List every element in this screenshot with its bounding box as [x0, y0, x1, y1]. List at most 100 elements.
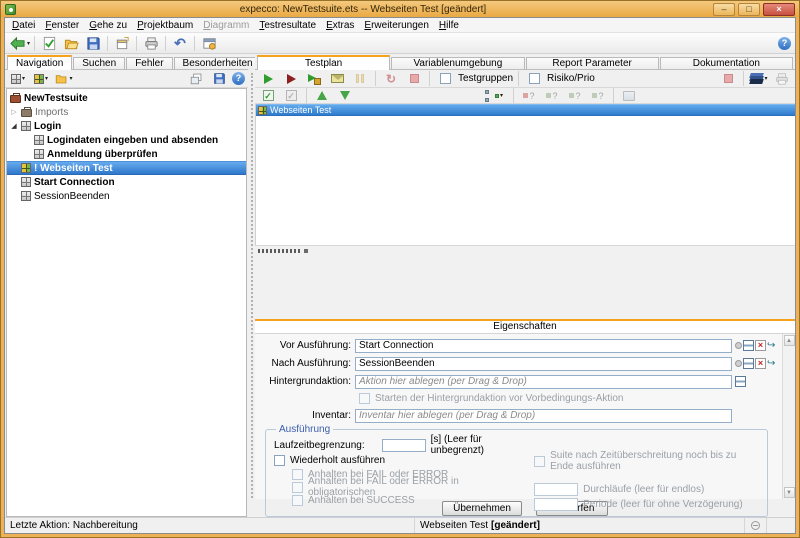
open-editor-icon[interactable]	[743, 358, 754, 369]
save-button[interactable]	[83, 34, 103, 53]
open-button[interactable]	[61, 34, 81, 53]
wiederholt-checkbox[interactable]	[274, 455, 285, 466]
node-graph-icon	[485, 90, 499, 102]
goto-icon[interactable]: ↪	[767, 359, 775, 369]
navigation-panel: Navigation Suchen Fehler Besonderheiten …	[5, 54, 248, 517]
settings-window-icon	[202, 36, 217, 51]
nach-ausfuehrung-field[interactable]: SessionBeenden	[355, 357, 732, 371]
run-failed-button[interactable]	[281, 71, 301, 87]
tab-variablenumgebung[interactable]: Variablenumgebung	[391, 57, 524, 70]
menu-gehe-zu[interactable]: Gehe zu	[84, 19, 132, 32]
run-button[interactable]	[258, 71, 278, 87]
accept-button[interactable]	[39, 34, 59, 53]
clear-icon[interactable]: ×	[755, 340, 766, 351]
tree-item-logindaten[interactable]: Logindaten eingeben und absenden	[7, 133, 246, 147]
ausfuehrung-left-column: Laufzeitbegrenzung: [s] (Leer für unbegr…	[274, 438, 528, 512]
menu-fenster[interactable]: Fenster	[40, 19, 84, 32]
tab-navigation[interactable]: Navigation	[7, 55, 72, 70]
action-grid-icon	[34, 149, 44, 159]
tree-item-webseiten-test[interactable]: ! Webseiten Test	[7, 161, 246, 175]
new-action-menu-button[interactable]: ▾	[31, 71, 51, 87]
chevron-down-icon: ▾	[764, 75, 767, 82]
diagram-pane[interactable]	[255, 245, 795, 319]
tree-collapsed-icon[interactable]: ▷	[10, 108, 18, 116]
testplan-grid-icon	[21, 163, 31, 173]
run-with-report-button[interactable]	[327, 71, 347, 87]
clear-icon[interactable]: ×	[755, 358, 766, 369]
open-editor-icon[interactable]	[735, 376, 746, 387]
undo-button[interactable]: ↶	[170, 34, 190, 53]
tab-suchen[interactable]: Suchen	[73, 57, 125, 70]
scroll-up-button[interactable]: ▲	[784, 335, 795, 346]
menu-projektbaum[interactable]: Projektbaum	[132, 19, 198, 32]
field-row-inventar: Inventar: Inventar hier ablegen (per Dra…	[259, 408, 778, 423]
tree-item-login[interactable]: ◢ Login	[7, 119, 246, 133]
content-area: Navigation Suchen Fehler Besonderheiten …	[5, 54, 795, 517]
menu-erweiterungen[interactable]: Erweiterungen	[359, 19, 433, 32]
tree-item-label: NewTestsuite	[24, 93, 88, 104]
tab-fehler[interactable]: Fehler	[126, 57, 172, 70]
tab-besonderheiten[interactable]: Besonderheiten	[174, 57, 262, 70]
menu-datei[interactable]: Datei	[7, 19, 40, 32]
tab-testplan[interactable]: Testplan	[257, 55, 390, 70]
tree-item-sessionbeenden[interactable]: SessionBeenden	[7, 189, 246, 203]
title-bar[interactable]: expecco: NewTestsuite.ets -- Webseiten T…	[1, 1, 799, 17]
new-item-menu-button[interactable]: ▾	[8, 71, 28, 87]
save-view-button[interactable]	[209, 71, 229, 87]
print-button[interactable]	[141, 34, 161, 53]
coverage-menu-button[interactable]: ▾	[484, 88, 504, 104]
printer-icon	[775, 72, 789, 86]
vor-ausfuehrung-field[interactable]: Start Connection	[355, 339, 732, 353]
risiko-checkbox[interactable]	[524, 71, 544, 87]
field-row-nach-ausfuehrung: Nach Ausführung: SessionBeenden × ↪	[259, 356, 778, 371]
menu-bar: Datei Fenster Gehe zu Projektbaum Diagra…	[5, 18, 795, 33]
durchlaeufe-input	[534, 483, 578, 496]
select-all-button[interactable]: ✓	[258, 88, 278, 104]
tree-expanded-icon[interactable]: ◢	[10, 122, 18, 130]
unchecked-checkbox-icon: ✓	[286, 90, 297, 101]
toolbar-separator	[375, 71, 376, 86]
help-button[interactable]: ?	[778, 37, 791, 50]
testgruppen-checkbox[interactable]	[435, 71, 455, 87]
properties-scrollbar[interactable]: ▲ ▼	[782, 334, 795, 499]
tab-dokumentation[interactable]: Dokumentation	[660, 57, 793, 70]
tree-item-start-connection[interactable]: Start Connection	[7, 175, 246, 189]
menu-testresultate[interactable]: Testresultate	[254, 19, 321, 32]
panel-splitter[interactable]	[248, 54, 255, 517]
back-button[interactable]: ▾	[9, 34, 30, 53]
new-window-button[interactable]	[112, 34, 132, 53]
new-folder-menu-button[interactable]: ▾	[54, 71, 74, 87]
report-menu-button[interactable]: ▾	[749, 71, 769, 87]
open-editor-icon[interactable]	[743, 340, 754, 351]
toolbar-separator	[194, 36, 195, 51]
tab-report-parameter[interactable]: Report Parameter	[526, 57, 659, 70]
settings-button[interactable]	[199, 34, 219, 53]
laufzeit-input[interactable]	[382, 439, 426, 452]
tree-item-imports[interactable]: ▷ Imports	[7, 105, 246, 119]
tree-help-button[interactable]: ?	[232, 72, 245, 85]
testplan-list[interactable]: Webseiten Test	[255, 104, 795, 245]
checkbox-icon[interactable]	[440, 73, 451, 84]
tree-item-anmeldung[interactable]: Anmeldung überprüfen	[7, 147, 246, 161]
minimize-button[interactable]: –	[713, 3, 735, 16]
scroll-down-button[interactable]: ▼	[784, 487, 795, 498]
periode-hint: Periode (leer für ohne Verzögerung)	[583, 499, 743, 510]
checkbox-icon[interactable]	[529, 73, 540, 84]
menu-extras[interactable]: Extras	[321, 19, 359, 32]
testplan-list-row[interactable]: Webseiten Test	[256, 104, 795, 116]
anhalten-success-label: Anhalten bei SUCCESS	[308, 495, 415, 506]
menu-hilfe[interactable]: Hilfe	[434, 19, 464, 32]
tree-item-newtestsuite[interactable]: NewTestsuite	[7, 91, 246, 105]
hintergrundaktion-field[interactable]: Aktion hier ablegen (per Drag & Drop)	[355, 375, 732, 389]
left-tab-bar: Navigation Suchen Fehler Besonderheiten …	[5, 54, 248, 70]
detach-view-button[interactable]	[186, 71, 206, 87]
maximize-button[interactable]: □	[738, 3, 760, 16]
project-tree[interactable]: NewTestsuite ▷ Imports ◢ Login Logi	[6, 88, 247, 517]
query-icon: ?	[546, 91, 557, 101]
close-button[interactable]: ×	[763, 3, 795, 16]
goto-icon[interactable]: ↪	[767, 341, 775, 351]
move-down-button[interactable]	[335, 88, 355, 104]
move-up-button[interactable]	[312, 88, 332, 104]
step-button[interactable]	[304, 71, 324, 87]
inventar-field[interactable]: Inventar hier ablegen (per Drag & Drop)	[355, 409, 732, 423]
